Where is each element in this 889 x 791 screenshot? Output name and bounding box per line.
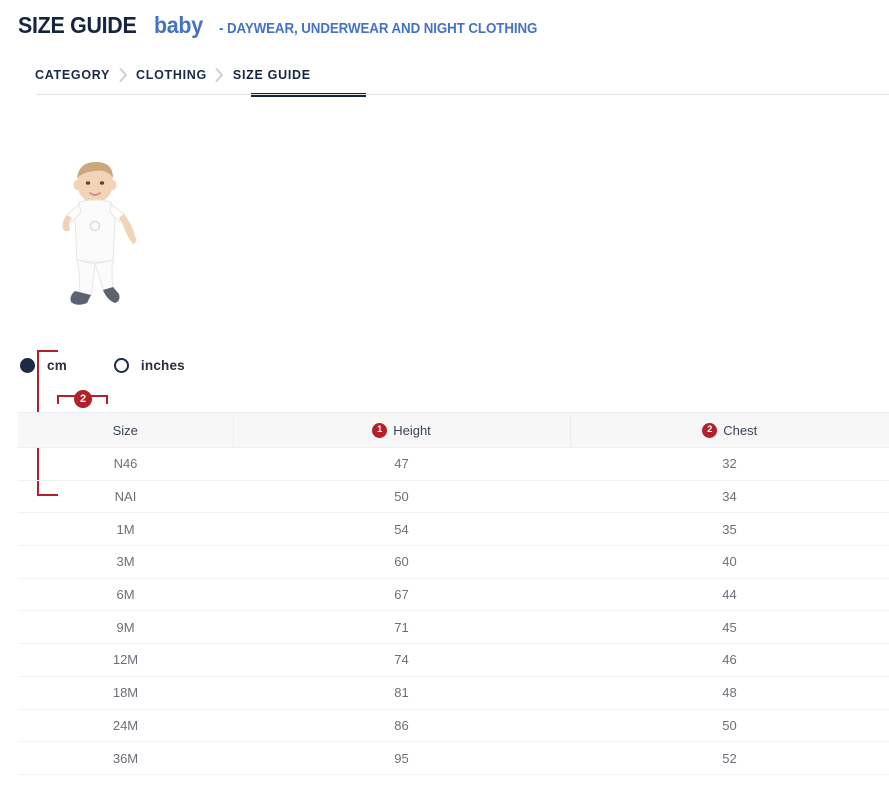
radio-cm-icon[interactable] bbox=[20, 358, 35, 373]
column-header-size-label: Size bbox=[113, 423, 138, 438]
cell-chest: 45 bbox=[570, 611, 889, 644]
column-header-chest: 2 Chest bbox=[570, 413, 889, 448]
cell-height: 74 bbox=[233, 644, 570, 677]
column-header-height-label: Height bbox=[393, 423, 431, 438]
cell-chest: 50 bbox=[570, 709, 889, 742]
cell-size: 18M bbox=[18, 676, 233, 709]
baby-illustration bbox=[33, 160, 163, 315]
breadcrumb-item-category[interactable]: CATEGORY bbox=[35, 56, 110, 94]
table-row: 3M6040 bbox=[18, 546, 889, 579]
unit-selector: cm inches bbox=[20, 358, 185, 373]
cell-height: 95 bbox=[233, 742, 570, 775]
radio-inches-icon[interactable] bbox=[114, 358, 129, 373]
cell-height: 81 bbox=[233, 676, 570, 709]
column-badge-2: 2 bbox=[702, 423, 717, 438]
column-header-size: Size bbox=[18, 413, 233, 448]
cell-size: 3M bbox=[18, 546, 233, 579]
cell-height: 71 bbox=[233, 611, 570, 644]
table-row: N464732 bbox=[18, 448, 889, 481]
chest-measure-cap-left bbox=[57, 395, 59, 404]
measurement-badge-2: 2 bbox=[74, 390, 92, 408]
table-row: NAI5034 bbox=[18, 480, 889, 513]
size-table-body: N464732NAI50341M54353M60406M67449M714512… bbox=[18, 448, 889, 775]
table-row: 18M8148 bbox=[18, 676, 889, 709]
chest-measure-cap-right bbox=[106, 395, 108, 404]
cell-size: 6M bbox=[18, 578, 233, 611]
cell-size: 36M bbox=[18, 742, 233, 775]
cell-chest: 44 bbox=[570, 578, 889, 611]
unit-option-cm[interactable]: cm bbox=[20, 358, 67, 373]
chevron-right-icon-2 bbox=[207, 56, 233, 94]
table-header-row: Size 1 Height 2 Chest bbox=[18, 413, 889, 448]
cell-size: 12M bbox=[18, 644, 233, 677]
size-table-head: Size 1 Height 2 Chest bbox=[18, 413, 889, 448]
table-row: 6M6744 bbox=[18, 578, 889, 611]
column-header-height: 1 Height bbox=[233, 413, 570, 448]
page-title-category: baby bbox=[154, 12, 203, 39]
cell-chest: 48 bbox=[570, 676, 889, 709]
cell-height: 60 bbox=[233, 546, 570, 579]
cell-height: 86 bbox=[233, 709, 570, 742]
breadcrumb-item-clothing[interactable]: CLOTHING bbox=[136, 56, 207, 94]
unit-label-cm: cm bbox=[47, 358, 67, 373]
page-title-subtitle: - DAYWEAR, UNDERWEAR AND NIGHT CLOTHING bbox=[219, 21, 537, 37]
cell-height: 67 bbox=[233, 578, 570, 611]
cell-chest: 34 bbox=[570, 480, 889, 513]
cell-chest: 52 bbox=[570, 742, 889, 775]
cell-height: 54 bbox=[233, 513, 570, 546]
height-measure-cap-top bbox=[37, 350, 58, 352]
table-row: 12M7446 bbox=[18, 644, 889, 677]
cell-height: 47 bbox=[233, 448, 570, 481]
cell-size: 1M bbox=[18, 513, 233, 546]
cell-height: 50 bbox=[233, 480, 570, 513]
table-row: 24M8650 bbox=[18, 709, 889, 742]
cell-chest: 46 bbox=[570, 644, 889, 677]
unit-label-inches: inches bbox=[141, 358, 185, 373]
measurement-figure: 1 2 bbox=[0, 152, 889, 322]
cell-size: NAI bbox=[18, 480, 233, 513]
cell-chest: 32 bbox=[570, 448, 889, 481]
cell-chest: 40 bbox=[570, 546, 889, 579]
breadcrumb: CATEGORY CLOTHING SIZE GUIDE bbox=[18, 56, 889, 94]
table-row: 36M9552 bbox=[18, 742, 889, 775]
size-table: Size 1 Height 2 Chest N464732NAI5034 bbox=[18, 412, 889, 775]
page-header: SIZE GUIDE baby - DAYWEAR, UNDERWEAR AND… bbox=[0, 0, 889, 39]
chevron-right-icon bbox=[110, 56, 136, 94]
cell-size: 9M bbox=[18, 611, 233, 644]
column-header-chest-label: Chest bbox=[723, 423, 757, 438]
cell-size: N46 bbox=[18, 448, 233, 481]
cell-size: 24M bbox=[18, 709, 233, 742]
breadcrumb-item-size-guide[interactable]: SIZE GUIDE bbox=[233, 56, 311, 94]
unit-option-inches[interactable]: inches bbox=[114, 358, 185, 373]
cell-chest: 35 bbox=[570, 513, 889, 546]
size-guide-page: SIZE GUIDE baby - DAYWEAR, UNDERWEAR AND… bbox=[0, 0, 889, 791]
page-title: SIZE GUIDE baby - DAYWEAR, UNDERWEAR AND… bbox=[18, 12, 889, 39]
table-row: 9M7145 bbox=[18, 611, 889, 644]
column-badge-1: 1 bbox=[372, 423, 387, 438]
breadcrumb-divider bbox=[36, 94, 889, 95]
table-row: 1M5435 bbox=[18, 513, 889, 546]
baby-photo bbox=[55, 160, 155, 315]
page-title-main: SIZE GUIDE bbox=[18, 12, 136, 39]
